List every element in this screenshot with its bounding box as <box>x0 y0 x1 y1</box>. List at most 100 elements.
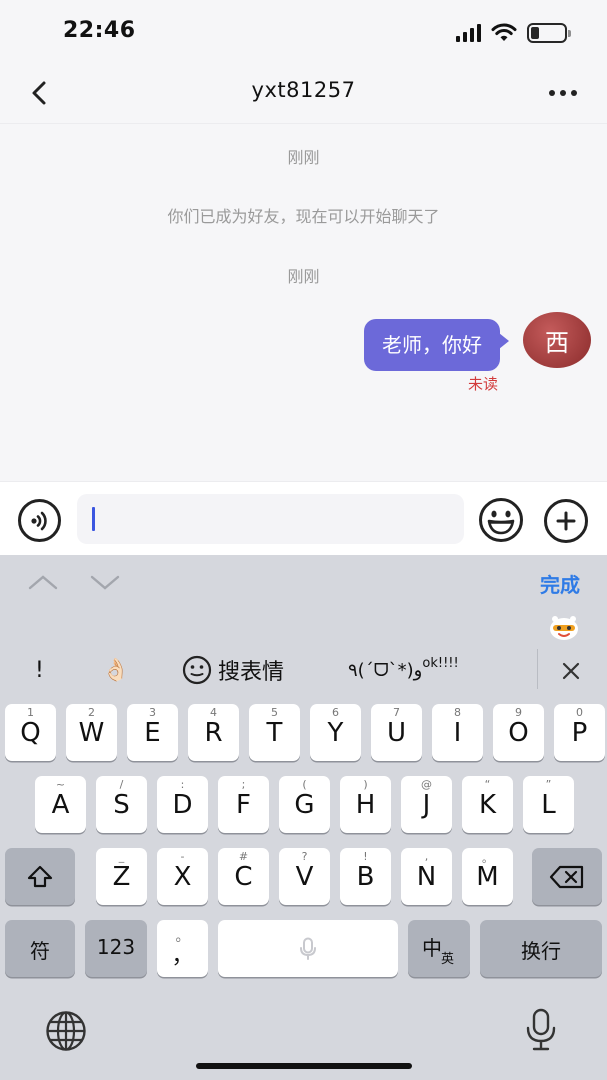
key-label: K <box>478 790 497 820</box>
key-s[interactable]: / S <box>96 776 147 833</box>
key-label: H <box>355 790 376 820</box>
battery-icon <box>527 23 571 43</box>
key-d[interactable]: :D <box>157 776 208 833</box>
return-key[interactable]: 换行 <box>480 920 602 977</box>
keyboard: 完成 ! 👌🏻 搜表情 ٩(ˊᗜˋ*)و ok!!!! 1Q2W3E4R5T6Y… <box>0 555 607 1080</box>
smiley-icon <box>182 655 212 685</box>
key-x[interactable]: -X <box>157 848 208 905</box>
delete-key[interactable] <box>532 848 602 905</box>
suggestion-item[interactable]: 👌🏻 <box>102 653 129 687</box>
suggestion-item[interactable]: ! <box>35 653 44 687</box>
voice-icon <box>30 511 47 530</box>
mascot-icon[interactable] <box>548 614 580 642</box>
key-label: G <box>294 790 315 820</box>
next-field-button[interactable] <box>87 567 123 597</box>
punctuation-key[interactable]: 。 ， <box>157 920 208 977</box>
status-icons <box>456 22 571 44</box>
return-key-label: 换行 <box>521 939 561 963</box>
more-dot <box>560 90 566 96</box>
emoji-button[interactable] <box>478 497 524 543</box>
key-label: R <box>204 718 223 748</box>
navigation-bar: yxt81257 <box>0 62 607 124</box>
key-f[interactable]: ; F <box>218 776 269 833</box>
key-r[interactable]: 4R <box>188 704 239 761</box>
language-key-sub: 英 <box>441 952 455 967</box>
message-bubble[interactable]: 老师，你好 <box>364 319 509 371</box>
key-q[interactable]: 1Q <box>5 704 56 761</box>
key-a[interactable]: ~ A <box>35 776 86 833</box>
chevron-down-icon <box>90 575 120 590</box>
chat-title: yxt81257 <box>251 78 356 102</box>
globe-icon[interactable] <box>45 1010 87 1052</box>
close-icon <box>562 662 580 680</box>
key-n[interactable]: ,N <box>401 848 452 905</box>
key-label: O <box>508 718 529 748</box>
input-bar <box>0 481 607 555</box>
language-key-main: 中 <box>422 936 442 960</box>
sticker-search-label: 搜表情 <box>218 660 285 685</box>
key-y[interactable]: 6Y <box>310 704 361 761</box>
more-options-button[interactable] <box>543 76 583 110</box>
key-label: W <box>78 718 105 748</box>
key-label: J <box>422 790 431 820</box>
key-label: N <box>416 862 437 892</box>
battery-fill <box>531 27 539 39</box>
message-input[interactable] <box>77 494 464 544</box>
system-message: 你们已成为好友，现在可以开始聊天了 <box>167 207 440 226</box>
key-label: C <box>234 862 253 892</box>
key-u[interactable]: 7U <box>371 704 422 761</box>
voice-input-button[interactable] <box>18 499 61 542</box>
key-g[interactable]: (G <box>279 776 330 833</box>
previous-field-button[interactable] <box>25 567 61 597</box>
shift-icon <box>27 865 53 887</box>
kaomoji-ok-text: ok!!!! <box>422 655 459 671</box>
keyboard-toolbar: 完成 <box>0 555 607 611</box>
shift-key[interactable] <box>5 848 75 905</box>
space-key[interactable] <box>218 920 398 977</box>
text-caret <box>92 507 95 531</box>
key-label: B <box>356 862 375 892</box>
key-label: Z <box>112 862 131 892</box>
key-i[interactable]: 8I <box>432 704 483 761</box>
key-t[interactable]: 5T <box>249 704 300 761</box>
key-k[interactable]: “K <box>462 776 513 833</box>
key-z[interactable]: _ Z <box>96 848 147 905</box>
chat-area[interactable]: 刚刚 你们已成为好友，现在可以开始聊天了 刚刚 老师，你好 西 未读 <box>0 125 607 481</box>
key-j[interactable]: @ J <box>401 776 452 833</box>
dictation-microphone-icon[interactable] <box>524 1008 558 1052</box>
key-label: U <box>386 718 407 748</box>
key-m[interactable]: 。 M <box>462 848 513 905</box>
key-p[interactable]: 0P <box>554 704 605 761</box>
key-v[interactable]: ? V <box>279 848 330 905</box>
key-label: V <box>295 862 314 892</box>
more-actions-button[interactable] <box>544 499 588 543</box>
key-label: F <box>236 790 251 820</box>
status-bar: 22:46 <box>0 0 607 62</box>
key-l[interactable]: ” L <box>523 776 574 833</box>
close-suggestions-button[interactable] <box>557 657 585 685</box>
language-switch-key[interactable]: 中 英 <box>408 920 470 977</box>
key-e[interactable]: 3E <box>127 704 178 761</box>
key-label: X <box>173 862 192 892</box>
numbers-key[interactable]: 123 <box>85 920 147 977</box>
read-status: 未读 <box>468 375 499 393</box>
key-o[interactable]: 9O <box>493 704 544 761</box>
plus-icon <box>556 511 576 531</box>
key-c[interactable]: # C <box>218 848 269 905</box>
key-w[interactable]: 2W <box>66 704 117 761</box>
status-time: 22:46 <box>63 18 136 43</box>
key-label: M <box>476 862 499 892</box>
key-b[interactable]: ! B <box>340 848 391 905</box>
more-dot <box>571 90 577 96</box>
avatar[interactable]: 西 <box>523 312 591 368</box>
home-indicator[interactable] <box>196 1063 412 1069</box>
sticker-search-suggestion[interactable]: 搜表情 <box>182 653 284 687</box>
punctuation-label: ， <box>171 944 194 969</box>
key-label: Q <box>20 718 41 748</box>
suggestion-item[interactable]: ٩(ˊᗜˋ*)و ok!!!! <box>348 653 459 687</box>
symbols-key[interactable]: 符 <box>5 920 75 977</box>
key-h[interactable]: ) H <box>340 776 391 833</box>
done-button[interactable]: 完成 <box>540 569 580 598</box>
numbers-key-label: 123 <box>96 935 136 959</box>
suggestion-bar: ! 👌🏻 搜表情 ٩(ˊᗜˋ*)و ok!!!! <box>0 645 607 695</box>
